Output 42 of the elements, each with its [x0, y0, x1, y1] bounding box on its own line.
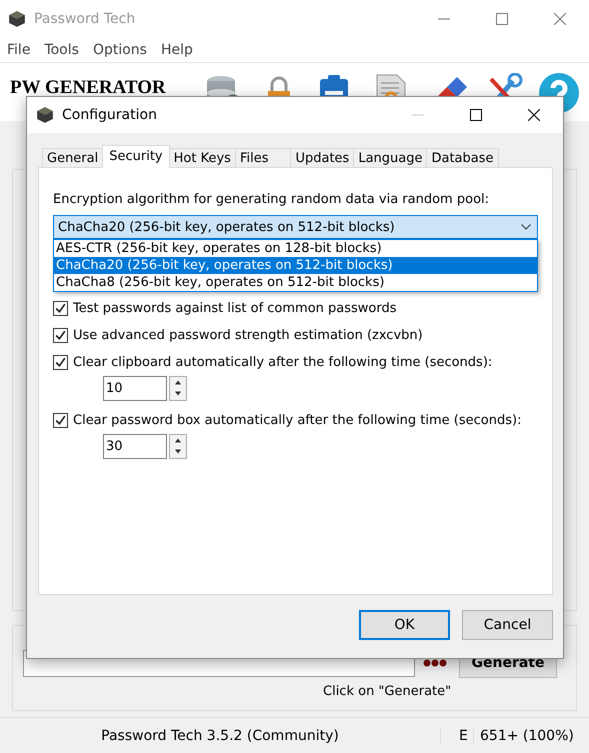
- menu-item[interactable]: File: [7, 42, 30, 58]
- tab[interactable]: Updates: [290, 148, 354, 168]
- checkbox-label: Clear clipboard automatically after the following time (seconds):: [73, 355, 492, 370]
- checkbox-label: Use advanced password strength estimation (zxcvbn): [73, 328, 423, 343]
- tab[interactable]: Language: [353, 148, 428, 168]
- dialog-title: Configuration: [62, 107, 157, 123]
- hint-text: Click on "Generate": [323, 684, 452, 699]
- tab[interactable]: General: [42, 148, 104, 168]
- spin-buttons[interactable]: [169, 434, 187, 459]
- checkbox[interactable]: [53, 355, 68, 370]
- maximize-icon[interactable]: [470, 109, 482, 121]
- number-field[interactable]: 10: [103, 376, 167, 401]
- menu-item[interactable]: Tools: [44, 42, 79, 58]
- app-icon: [8, 10, 26, 28]
- dialog-button[interactable]: OK: [359, 610, 450, 640]
- window-title: Password Tech: [34, 11, 136, 27]
- checkbox-label: Clear password box automatically after the following time (seconds):: [73, 413, 522, 428]
- checkbox[interactable]: [53, 328, 68, 343]
- tab[interactable]: Hot Keys: [168, 148, 236, 168]
- app-icon: [36, 106, 54, 124]
- status-text: 651+ (100%): [479, 728, 574, 744]
- menu-item[interactable]: Options: [92, 42, 147, 58]
- chevron-down-icon: [521, 224, 531, 230]
- spin-buttons[interactable]: [169, 376, 187, 401]
- status-text: Password Tech 3.5.2 (Community): [0, 728, 441, 744]
- dropdown-option[interactable]: AES-CTR (256-bit key, operates on 128-bit blocks): [54, 240, 537, 257]
- status-text: E: [441, 728, 474, 744]
- field-label: Encryption algorithm for generating random data via random pool:: [53, 192, 490, 207]
- dialog-button[interactable]: Cancel: [462, 610, 553, 640]
- checkbox[interactable]: [53, 301, 68, 316]
- checkbox[interactable]: [53, 413, 68, 428]
- close-icon[interactable]: [528, 109, 540, 121]
- header-title: PW GENERATOR: [10, 77, 166, 99]
- menu-item[interactable]: Help: [160, 42, 193, 58]
- dropdown-option[interactable]: ChaCha20 (256-bit key, operates on 512-bit blocks): [54, 257, 537, 274]
- algorithm-dropdown[interactable]: ChaCha20 (256-bit key, operates on 512-bit blocks): [53, 215, 538, 239]
- dropdown-option[interactable]: ChaCha8 (256-bit key, operates on 512-bit blocks): [54, 274, 537, 291]
- more-icon[interactable]: [423, 659, 447, 667]
- tab[interactable]: Security: [102, 145, 170, 168]
- number-field[interactable]: 30: [103, 434, 167, 459]
- checkbox-label: Test passwords against list of common passwords: [73, 301, 397, 316]
- tab[interactable]: Database: [426, 148, 499, 168]
